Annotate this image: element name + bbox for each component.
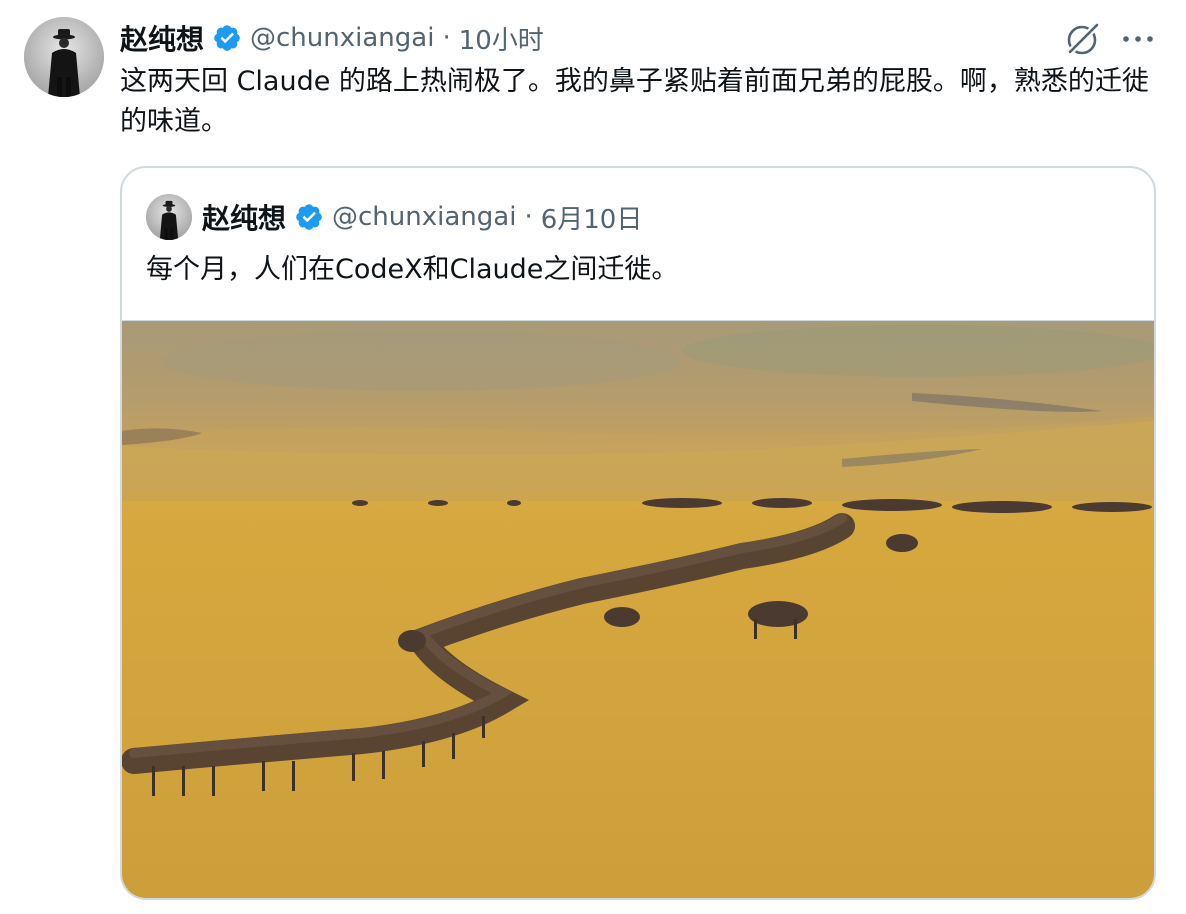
verified-badge-icon[interactable] <box>212 23 242 53</box>
verified-badge-icon[interactable] <box>294 202 324 232</box>
separator-dot: · <box>442 23 451 53</box>
wildebeest-migration-photo <box>122 321 1154 898</box>
avatar-image <box>24 17 104 97</box>
more-options-icon[interactable] <box>1118 20 1158 58</box>
author-avatar[interactable] <box>24 17 104 97</box>
quoted-author-handle[interactable]: @chunxiangai <box>332 202 516 232</box>
quoted-tweet-header: 赵纯想 @chunxiangai · 6月10日 <box>202 196 642 238</box>
tweet-timestamp[interactable]: 10小时 <box>459 20 544 57</box>
quoted-author-avatar[interactable] <box>146 194 192 240</box>
tweet-header: 赵纯想 @chunxiangai · 10小时 <box>120 18 544 58</box>
quoted-author-name[interactable]: 赵纯想 <box>202 197 286 237</box>
separator-dot: · <box>524 202 533 232</box>
quoted-tweet-text: 每个月，人们在CodeX和Claude之间迁徙。 <box>146 254 679 285</box>
grok-icon[interactable] <box>1064 20 1102 58</box>
quoted-tweet-timestamp[interactable]: 6月10日 <box>541 199 643 236</box>
author-name[interactable]: 赵纯想 <box>120 18 204 58</box>
quoted-tweet-card[interactable]: 赵纯想 @chunxiangai · 6月10日 每个月，人们在CodeX和Cl… <box>120 166 1156 900</box>
author-handle[interactable]: @chunxiangai <box>250 23 434 53</box>
avatar-image <box>146 194 192 240</box>
quoted-tweet-photo[interactable] <box>122 320 1154 898</box>
tweet-text: 这两天回 Claude 的路上热闹极了。我的鼻子紧贴着前面兄弟的屁股。啊，熟悉的… <box>120 66 1149 137</box>
